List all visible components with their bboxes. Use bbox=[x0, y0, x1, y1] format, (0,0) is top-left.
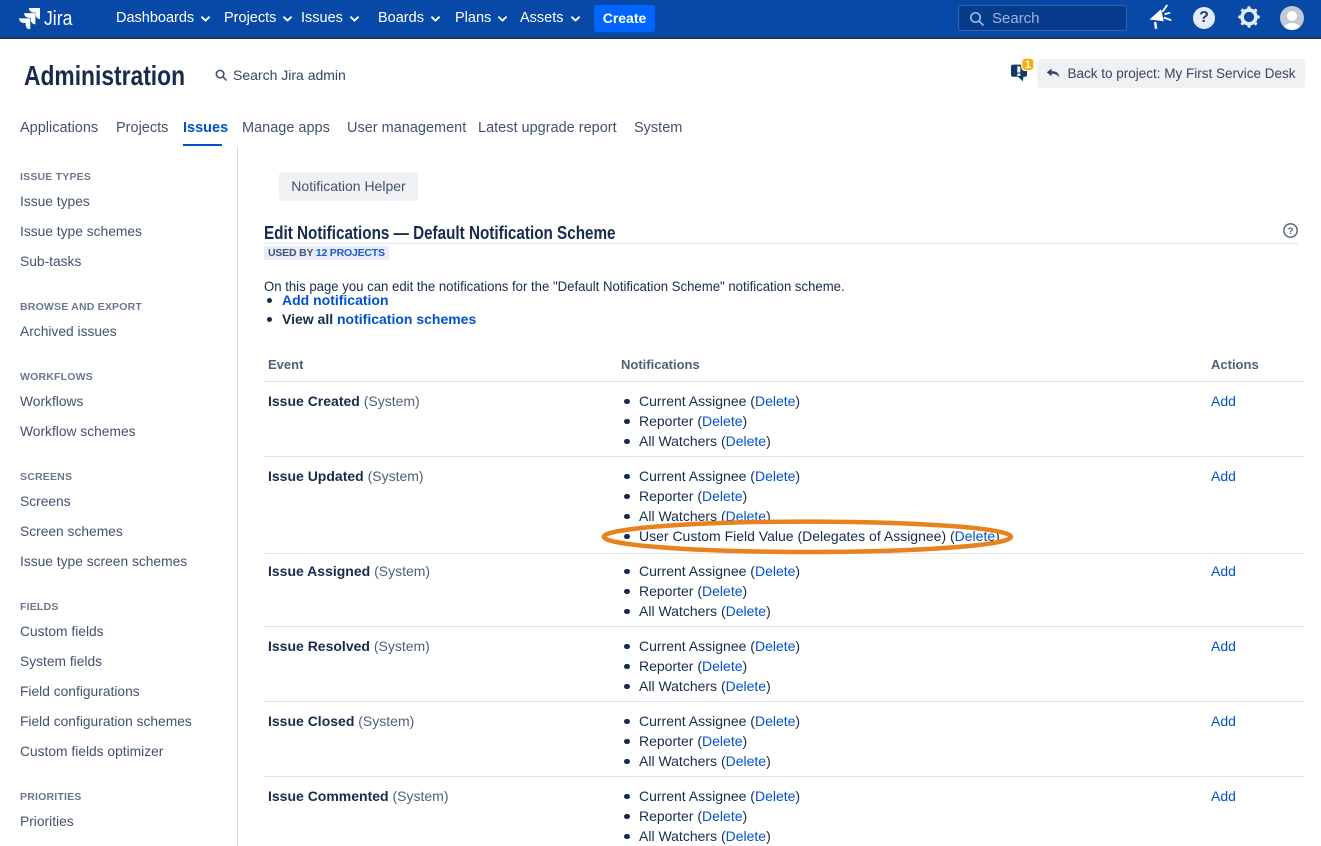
svg-text:?: ? bbox=[1288, 226, 1294, 237]
svg-text:1: 1 bbox=[1025, 59, 1031, 71]
